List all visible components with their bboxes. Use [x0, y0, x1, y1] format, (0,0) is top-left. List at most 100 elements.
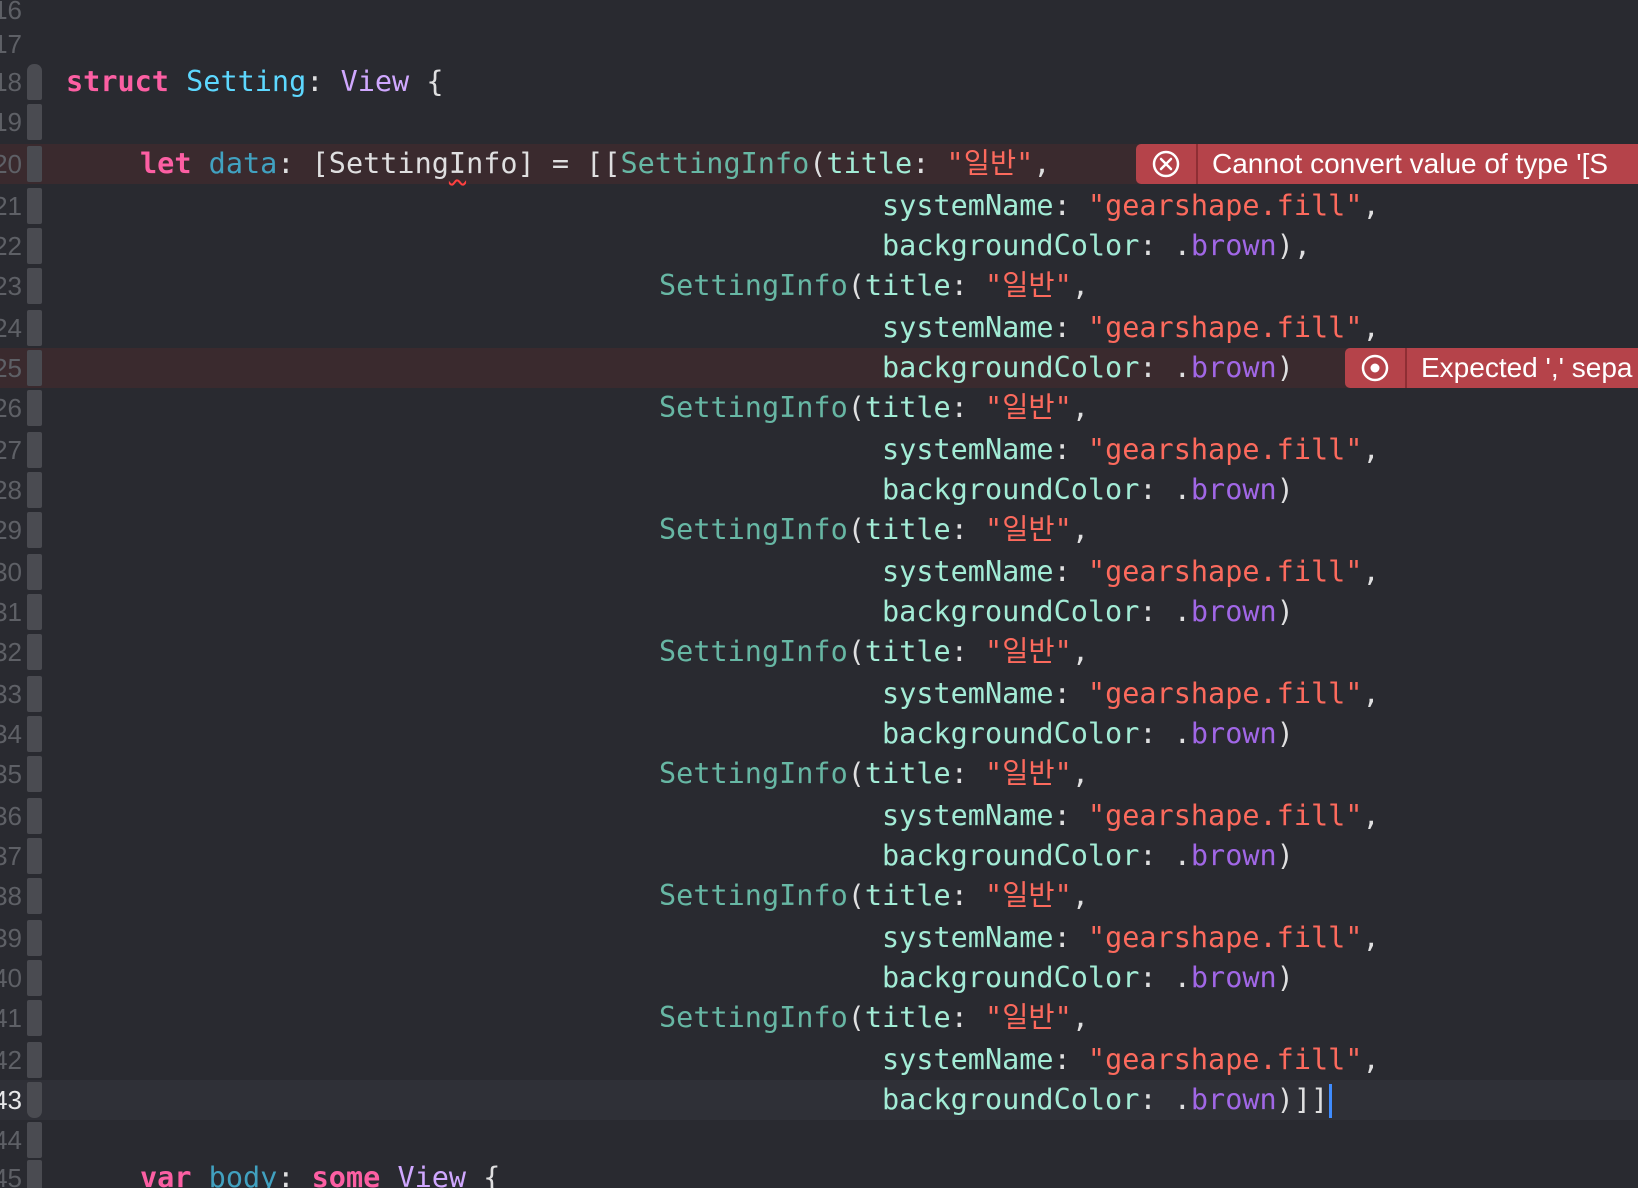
code-line[interactable]: 40 backgroundColor: .brown)	[0, 958, 1638, 998]
initializer-name: SettingInfo	[659, 757, 848, 790]
error-icon-button[interactable]	[1136, 144, 1198, 184]
code-fold-ribbon[interactable]	[27, 1000, 42, 1036]
keyword-struct: struct	[66, 65, 169, 98]
code-fold-ribbon[interactable]	[27, 594, 42, 630]
punctuation: (	[847, 757, 865, 790]
code-fold-ribbon[interactable]	[27, 188, 42, 224]
code-fold-ribbon[interactable]	[27, 716, 42, 752]
code-line[interactable]: 36 systemName: "gearshape.fill",	[0, 796, 1638, 836]
member-name: brown	[1190, 351, 1277, 384]
code-line[interactable]: 31 backgroundColor: .brown)	[0, 592, 1638, 632]
code-line[interactable]: 17	[0, 24, 1638, 64]
code-line[interactable]: 44	[0, 1120, 1638, 1160]
code-line[interactable]: 21 systemName: "gearshape.fill",	[0, 186, 1638, 226]
code-fold-ribbon[interactable]	[27, 920, 42, 956]
code-line[interactable]: 28 backgroundColor: .brown)	[0, 470, 1638, 510]
code-fold-ribbon[interactable]	[27, 350, 42, 386]
code-line[interactable]: 37 backgroundColor: .brown)	[0, 836, 1638, 876]
code-line-error[interactable]: 25 backgroundColor: .brown) Expected ','…	[0, 348, 1638, 388]
code-line[interactable]: 45 var body: some View {	[0, 1158, 1638, 1188]
punctuation: : .	[1139, 961, 1191, 994]
punctuation: ,	[1071, 513, 1089, 546]
code-fold-ribbon[interactable]	[27, 878, 42, 914]
initializer-name: SettingInfo	[659, 1001, 848, 1034]
code-fold-ribbon[interactable]	[27, 756, 42, 792]
punctuation: :	[950, 635, 986, 668]
line-number: 44	[0, 1125, 22, 1155]
code-line[interactable]: 34 backgroundColor: .brown)	[0, 714, 1638, 754]
code-line[interactable]: 30 systemName: "gearshape.fill",	[0, 552, 1638, 592]
code-line[interactable]: 42 systemName: "gearshape.fill",	[0, 1040, 1638, 1080]
argument-label: title	[826, 147, 913, 180]
code-line[interactable]: 39 systemName: "gearshape.fill",	[0, 918, 1638, 958]
code-line-current[interactable]: 43 backgroundColor: .brown)]]	[0, 1080, 1638, 1120]
code-line[interactable]: 41 SettingInfo(title: "일반",	[0, 998, 1638, 1038]
code-fold-ribbon[interactable]	[27, 268, 42, 304]
argument-label: systemName	[882, 799, 1054, 832]
code-fold-ribbon[interactable]	[27, 472, 42, 508]
code-line[interactable]: 32 SettingInfo(title: "일반",	[0, 632, 1638, 672]
code-text: SettingInfo(title: "일반",	[659, 632, 1089, 672]
string-literal: "gearshape.fill"	[1087, 1043, 1363, 1076]
line-number: 24	[0, 313, 22, 343]
code-editor[interactable]: 16 17 18 struct Setting: View { 19 20 le…	[0, 0, 1638, 1188]
code-fold-ribbon[interactable]	[27, 676, 42, 712]
string-literal: "일반"	[985, 879, 1072, 912]
code-fold-ribbon[interactable]	[27, 104, 42, 140]
string-literal: "일반"	[985, 513, 1072, 546]
code-line[interactable]: 18 struct Setting: View {	[0, 62, 1638, 102]
code-fold-ribbon[interactable]	[27, 390, 42, 426]
string-literal: "gearshape.fill"	[1087, 799, 1363, 832]
string-literal: "gearshape.fill"	[1087, 311, 1363, 344]
code-fold-ribbon[interactable]	[27, 1042, 42, 1078]
code-line[interactable]: 24 systemName: "gearshape.fill",	[0, 308, 1638, 348]
code-fold-ribbon[interactable]	[27, 146, 42, 182]
code-fold-ribbon[interactable]	[27, 512, 42, 548]
punctuation: :	[1053, 555, 1088, 588]
code-fold-ribbon[interactable]	[27, 838, 42, 874]
code-fold-ribbon[interactable]	[27, 1082, 42, 1118]
code-fold-ribbon[interactable]	[27, 960, 42, 996]
string-literal: "일반"	[985, 391, 1072, 424]
code-line-error[interactable]: 20 let data: [SettingInfo] = [[SettingIn…	[0, 144, 1638, 184]
type-reference: Setting	[328, 147, 449, 180]
code-line[interactable]: 26 SettingInfo(title: "일반",	[0, 388, 1638, 428]
code-fold-ribbon[interactable]	[27, 798, 42, 834]
keyword-let: let	[140, 147, 192, 180]
keyword-var: var	[140, 1161, 192, 1188]
code-fold-ribbon[interactable]	[27, 554, 42, 590]
code-line[interactable]: 27 systemName: "gearshape.fill",	[0, 430, 1638, 470]
code-fold-ribbon[interactable]	[27, 634, 42, 670]
punctuation: ,	[1362, 433, 1380, 466]
punctuation: (	[847, 879, 865, 912]
code-fold-ribbon[interactable]	[27, 228, 42, 264]
code-line[interactable]: 23 SettingInfo(title: "일반",	[0, 266, 1638, 306]
code-text: systemName: "gearshape.fill",	[882, 186, 1380, 226]
punctuation: : .	[1139, 839, 1191, 872]
line-number: 25	[0, 353, 22, 383]
punctuation: : .	[1139, 473, 1191, 506]
code-fold-ribbon[interactable]	[27, 310, 42, 346]
code-fold-ribbon[interactable]	[27, 432, 42, 468]
code-fold-ribbon[interactable]	[27, 1122, 42, 1158]
code-fold-ribbon[interactable]	[27, 64, 42, 100]
code-line[interactable]: 19	[0, 102, 1638, 142]
code-line[interactable]: 29 SettingInfo(title: "일반",	[0, 510, 1638, 550]
punctuation: :	[912, 147, 947, 180]
error-icon-button[interactable]	[1345, 348, 1407, 388]
code-fold-ribbon[interactable]	[27, 1160, 42, 1188]
code-line[interactable]: 33 systemName: "gearshape.fill",	[0, 674, 1638, 714]
code-text: backgroundColor: .brown)	[882, 592, 1294, 632]
argument-label: title	[864, 269, 951, 302]
error-message: Cannot convert value of type '[S	[1212, 148, 1609, 179]
member-name: brown	[1190, 839, 1277, 872]
error-annotation[interactable]: Cannot convert value of type '[S	[1136, 144, 1638, 184]
error-annotation[interactable]: Expected ',' sepa	[1345, 348, 1638, 388]
line-number: 29	[0, 515, 22, 545]
member-name: brown	[1190, 473, 1277, 506]
line-number: 19	[0, 107, 22, 137]
code-line[interactable]: 22 backgroundColor: .brown),	[0, 226, 1638, 266]
code-line[interactable]: 38 SettingInfo(title: "일반",	[0, 876, 1638, 916]
code-line[interactable]: 35 SettingInfo(title: "일반",	[0, 754, 1638, 794]
punctuation: )	[1276, 961, 1294, 994]
